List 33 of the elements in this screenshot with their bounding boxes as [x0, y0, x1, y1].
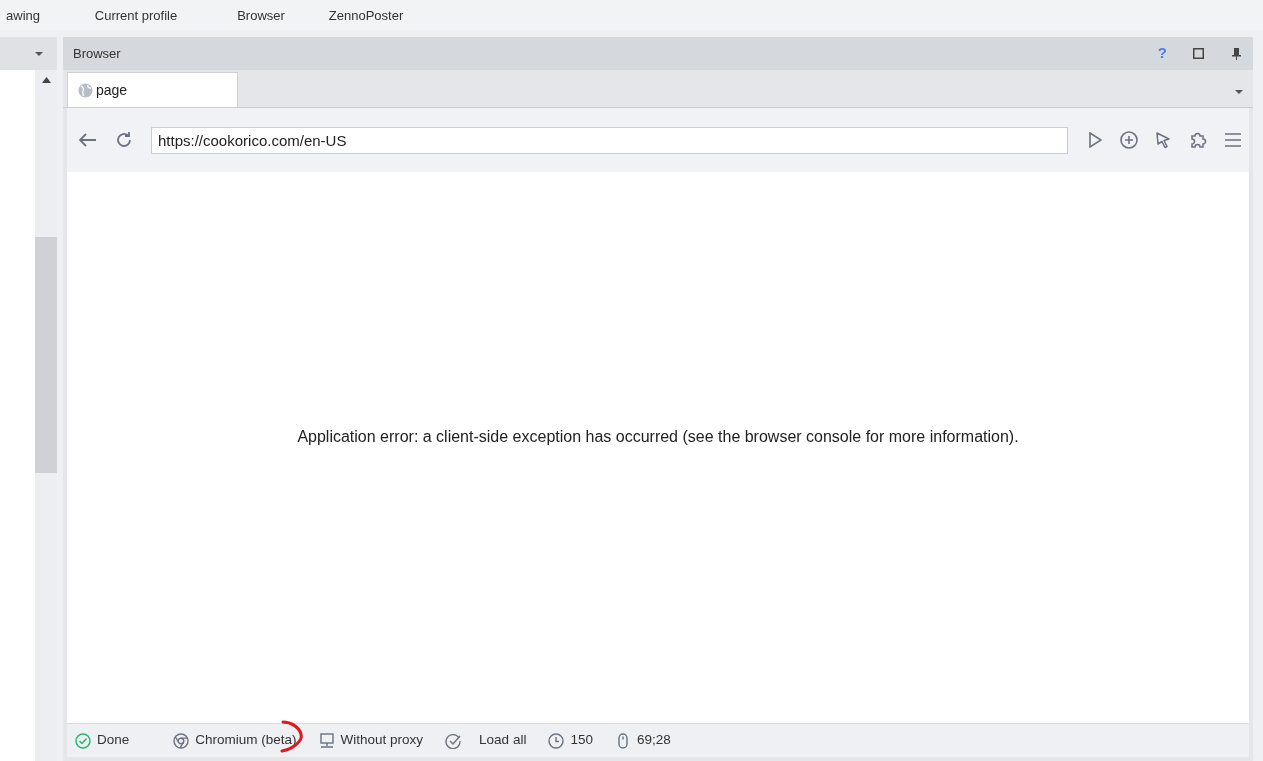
status-text: Chromium (beta): [195, 731, 297, 750]
ribbon-button[interactable]: awing: [0, 8, 40, 30]
status-text: Load all: [479, 731, 527, 750]
page-tab[interactable]: page: [67, 72, 238, 107]
dropdown-icon[interactable]: [1234, 90, 1243, 94]
status-text: Done: [97, 731, 130, 750]
error-message: Application error: a client-side exception has occurred (see the browser console for more information).: [297, 427, 1019, 447]
dropdown-icon[interactable]: [35, 51, 43, 56]
check-circle-icon: [445, 732, 462, 749]
done-icon: [75, 732, 91, 749]
back-icon[interactable]: [79, 133, 97, 147]
globe-icon: [78, 82, 93, 98]
cursor-icon[interactable]: [1156, 131, 1171, 149]
add-icon[interactable]: [1120, 131, 1138, 149]
monitor-icon: [318, 732, 335, 749]
status-text: 150: [570, 731, 593, 750]
status-text: Without proxy: [340, 731, 424, 750]
puzzle-icon[interactable]: [1189, 131, 1207, 149]
ribbon-button[interactable]: Current profile: [56, 8, 216, 30]
reload-icon[interactable]: [115, 131, 133, 149]
clock-icon: [548, 732, 565, 749]
menu-icon[interactable]: [1225, 133, 1241, 147]
scrollbar-thumb[interactable]: [35, 236, 57, 473]
ribbon-button[interactable]: ZennoPoster: [306, 8, 426, 30]
play-icon[interactable]: [1089, 132, 1102, 148]
scroll-up-icon[interactable]: [41, 76, 51, 83]
chrome-icon: [173, 732, 190, 749]
ribbon-button[interactable]: Browser: [216, 8, 306, 30]
address-field[interactable]: https://cookorico.com/en-US: [151, 126, 1068, 154]
panel-title: Browser: [73, 44, 121, 63]
maximize-icon[interactable]: [1193, 48, 1204, 59]
status-text: 69;28: [636, 731, 671, 750]
pin-icon[interactable]: [1232, 47, 1241, 60]
